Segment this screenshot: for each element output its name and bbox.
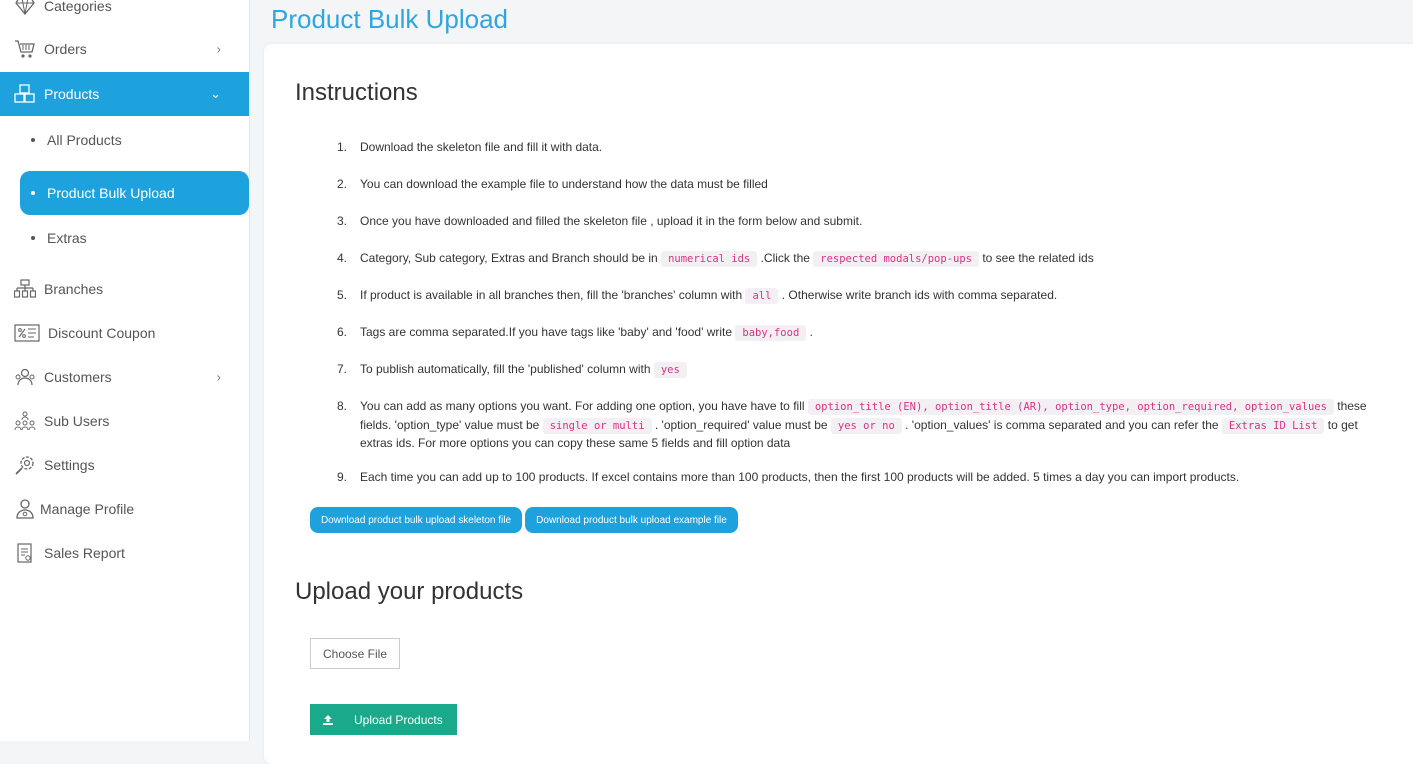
choose-file-button[interactable]: Choose File [310,638,400,669]
customers-icon [14,366,36,388]
sidebar-item-customers[interactable]: Customers › [0,355,249,399]
branches-icon [14,278,36,300]
boxes-icon [14,83,36,105]
sidebar-item-sub-users[interactable]: Sub Users [0,399,249,443]
report-icon [14,542,36,564]
code-snippet: single or multi [542,417,652,434]
sidebar-item-label: Products [44,86,100,102]
code-snippet: baby,food [735,325,807,341]
sidebar-item-label: Manage Profile [40,501,135,517]
upload-heading: Upload your products [295,578,524,605]
bullet-icon [31,191,35,195]
code-snippet: yes [653,362,687,378]
sidebar-item-label: Branches [44,281,104,297]
sidebar: Categories Orders › Products ⌄ All Produ… [0,0,250,741]
sidebar-item-settings[interactable]: Settings [0,443,249,487]
sidebar-item-products[interactable]: Products ⌄ [0,72,249,116]
sidebar-item-branches[interactable]: Branches [0,267,249,311]
sidebar-item-label: Settings [44,457,95,473]
bullet-icon [31,236,35,240]
page-title: Product Bulk Upload [271,4,509,34]
sidebar-subitem-label: Product Bulk Upload [47,185,175,201]
profile-icon [14,498,36,520]
sub-users-icon [14,410,36,432]
code-snippet: option_title (EN), option_title (AR), op… [807,399,1334,415]
upload-products-label: Upload Products [354,712,443,727]
download-skeleton-button[interactable]: Download product bulk upload skeleton fi… [310,507,522,533]
upload-icon [322,714,336,726]
instructions-heading: Instructions [295,79,418,106]
sidebar-item-label: Orders [44,41,87,57]
chevron-right-icon: › [216,41,221,57]
coupon-icon [14,322,40,344]
sidebar-item-discount-coupon[interactable]: Discount Coupon [0,311,249,355]
chevron-down-icon: ⌄ [210,86,221,101]
code-snippet: all [745,288,779,304]
code-snippet: respected modals/pop-ups [813,251,979,267]
sidebar-item-label: Categories [44,0,112,14]
extras-id-list-link[interactable]: Extras ID List [1221,417,1325,434]
bullet-icon [31,138,35,142]
sidebar-subitem-label: Extras [47,230,87,246]
cart-icon [14,38,36,60]
sidebar-item-label: Sales Report [44,545,125,561]
code-snippet: numerical ids [661,251,758,267]
sidebar-item-label: Sub Users [44,413,110,429]
chevron-right-icon: › [216,369,221,385]
code-snippet: yes or no [830,417,902,434]
sidebar-subitem-extras[interactable]: Extras [20,216,249,260]
sidebar-item-categories[interactable]: Categories [0,0,249,28]
sidebar-subitem-label: All Products [47,132,122,148]
diamond-icon [14,0,36,17]
upload-products-button[interactable]: Upload Products [310,704,457,735]
sidebar-subitem-all-products[interactable]: All Products [20,118,249,162]
sidebar-item-orders[interactable]: Orders › [0,27,249,71]
sidebar-subitem-product-bulk-upload[interactable]: Product Bulk Upload [20,171,249,215]
sidebar-item-manage-profile[interactable]: Manage Profile [0,487,249,531]
sidebar-item-sales-report[interactable]: Sales Report [0,531,249,575]
sidebar-item-label: Customers [44,369,112,385]
gear-icon [14,454,36,476]
download-example-button[interactable]: Download product bulk upload example fil… [525,507,738,533]
sidebar-item-label: Discount Coupon [48,325,156,341]
